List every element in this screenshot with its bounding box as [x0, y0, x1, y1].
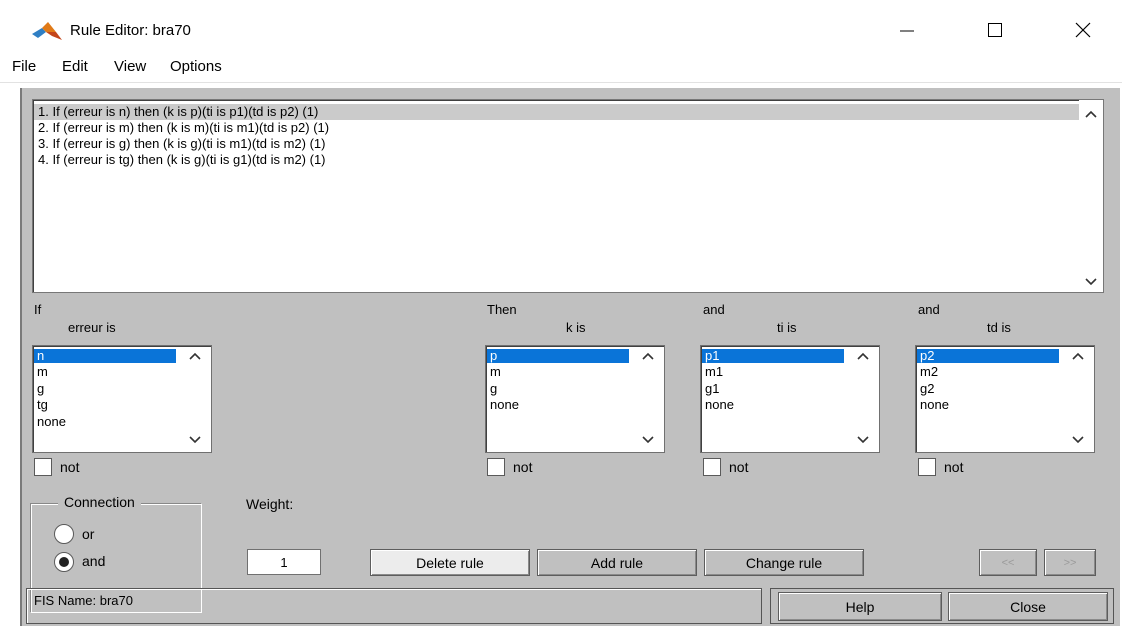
list-item[interactable]: g: [34, 382, 44, 396]
then-not-label: not: [513, 459, 533, 475]
chevron-down-icon[interactable]: [1066, 432, 1090, 448]
if-not-label: not: [60, 459, 80, 475]
then-variable-label: k is: [566, 320, 586, 335]
list-item[interactable]: p1: [702, 349, 844, 363]
list-item[interactable]: tg: [34, 398, 48, 412]
td-variable-label: td is: [987, 320, 1011, 335]
list-item[interactable]: none: [487, 398, 519, 412]
radio-selected-dot: [59, 557, 69, 567]
list-item[interactable]: g2: [917, 382, 934, 396]
rule-item[interactable]: 2. If (erreur is m) then (k is m)(ti is …: [34, 120, 329, 136]
if-not-checkbox[interactable]: [34, 458, 52, 476]
and-ti-header: and: [703, 302, 725, 317]
previous-button[interactable]: <<: [979, 549, 1037, 576]
list-item[interactable]: none: [917, 398, 949, 412]
close-window-button[interactable]: [1058, 12, 1108, 48]
then-not-checkbox[interactable]: [487, 458, 505, 476]
td-not-label: not: [944, 459, 964, 475]
or-radio[interactable]: [54, 524, 74, 544]
chevron-up-icon[interactable]: [1079, 104, 1103, 124]
menu-file[interactable]: File: [12, 58, 36, 75]
next-button[interactable]: >>: [1044, 549, 1096, 576]
list-item[interactable]: m1: [702, 365, 723, 379]
close-button[interactable]: Close: [948, 592, 1108, 621]
close-icon: [1075, 22, 1091, 38]
list-item[interactable]: p2: [917, 349, 1059, 363]
chevron-down-icon[interactable]: [183, 432, 207, 448]
menu-options[interactable]: Options: [170, 58, 222, 75]
chevron-down-icon[interactable]: [636, 432, 660, 448]
rule-item[interactable]: 1. If (erreur is n) then (k is p)(ti is …: [34, 104, 1080, 120]
and-td-header: and: [918, 302, 940, 317]
menu-view[interactable]: View: [114, 58, 146, 75]
add-rule-button[interactable]: Add rule: [537, 549, 697, 576]
chevron-up-icon[interactable]: [183, 348, 207, 364]
menu-edit[interactable]: Edit: [62, 58, 88, 75]
list-item[interactable]: g: [487, 382, 497, 396]
td-not-checkbox[interactable]: [918, 458, 936, 476]
maximize-icon: [988, 23, 1002, 37]
rule-item[interactable]: 3. If (erreur is g) then (k is g)(ti is …: [34, 136, 326, 152]
ti-variable-label: ti is: [777, 320, 797, 335]
chevron-down-icon[interactable]: [851, 432, 875, 448]
list-item[interactable]: none: [702, 398, 734, 412]
ti-not-label: not: [729, 459, 749, 475]
and-radio[interactable]: [54, 552, 74, 572]
erreur-listbox[interactable]: n m g tg none: [32, 345, 212, 453]
fis-name-status: FIS Name: bra70: [34, 593, 133, 608]
list-item[interactable]: g1: [702, 382, 719, 396]
list-item[interactable]: n: [34, 349, 176, 363]
list-item[interactable]: m: [34, 365, 48, 379]
and-label: and: [82, 553, 106, 569]
rules-scrollbar[interactable]: [1079, 100, 1103, 292]
ti-not-checkbox[interactable]: [703, 458, 721, 476]
chevron-up-icon[interactable]: [1066, 348, 1090, 364]
minimize-icon: [900, 30, 914, 32]
window-title: Rule Editor: bra70: [70, 22, 191, 39]
td-listbox[interactable]: p2 m2 g2 none: [915, 345, 1095, 453]
weight-input[interactable]: 1: [247, 549, 321, 575]
chevron-down-icon[interactable]: [1079, 272, 1103, 292]
help-button[interactable]: Help: [778, 592, 942, 621]
list-item[interactable]: m: [487, 365, 501, 379]
weight-label: Weight:: [246, 496, 294, 512]
rules-listbox[interactable]: 1. If (erreur is n) then (k is p)(ti is …: [32, 99, 1104, 293]
list-item[interactable]: p: [487, 349, 629, 363]
menu-bar: [0, 55, 1122, 83]
if-header: If: [34, 302, 42, 317]
minimize-button[interactable]: [882, 12, 932, 48]
then-header: Then: [487, 302, 517, 317]
connection-title: Connection: [58, 494, 141, 510]
matlab-logo-icon: [32, 22, 62, 42]
maximize-button[interactable]: [970, 12, 1020, 48]
ti-listbox[interactable]: p1 m1 g1 none: [700, 345, 880, 453]
delete-rule-button[interactable]: Delete rule: [370, 549, 530, 576]
k-listbox[interactable]: p m g none: [485, 345, 665, 453]
if-variable-label: erreur is: [68, 320, 116, 335]
rule-item[interactable]: 4. If (erreur is tg) then (k is g)(ti is…: [34, 152, 326, 168]
or-label: or: [82, 526, 95, 542]
change-rule-button[interactable]: Change rule: [704, 549, 864, 576]
chevron-up-icon[interactable]: [851, 348, 875, 364]
list-item[interactable]: none: [34, 415, 66, 429]
list-item[interactable]: m2: [917, 365, 938, 379]
chevron-up-icon[interactable]: [636, 348, 660, 364]
status-bar: [26, 588, 762, 624]
